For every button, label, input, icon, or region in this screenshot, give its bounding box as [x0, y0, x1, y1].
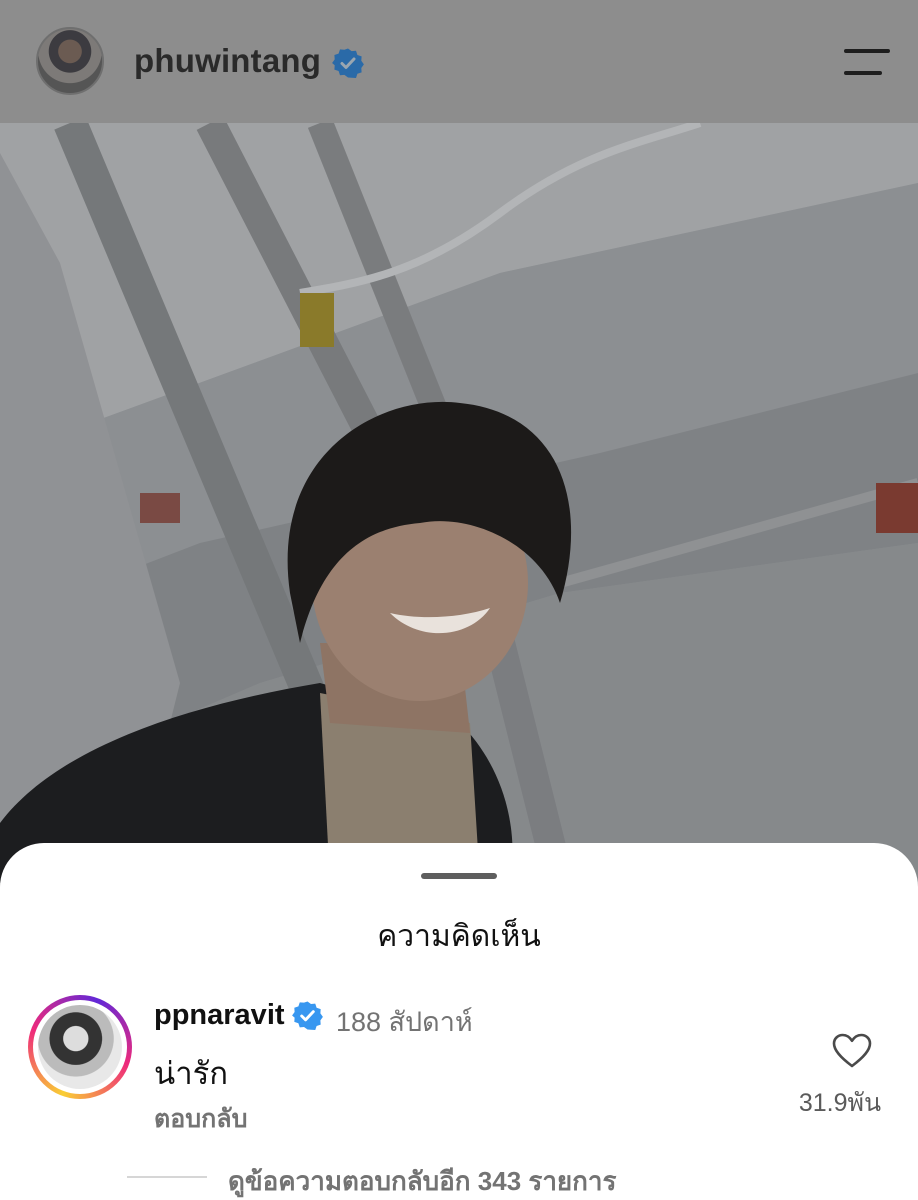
- sheet-drag-handle[interactable]: [421, 873, 497, 879]
- post-username[interactable]: phuwintang: [134, 42, 321, 80]
- hamburger-menu-icon[interactable]: [840, 46, 892, 78]
- sheet-title: ความคิดเห็น: [377, 920, 541, 953]
- comment-avatar[interactable]: [38, 1005, 122, 1089]
- view-replies-button[interactable]: ดูข้อความตอบกลับอีก 343 รายการ: [228, 1161, 616, 1200]
- divider-line: [127, 1176, 207, 1178]
- like-count: 31.9พัน: [798, 1089, 882, 1117]
- photo-image: [0, 123, 918, 883]
- comment-timestamp: 188 สัปดาห์: [336, 1007, 473, 1037]
- post-photo[interactable]: [0, 123, 918, 883]
- post-header: phuwintang: [0, 0, 918, 123]
- verified-badge-icon: [292, 1001, 323, 1031]
- heart-icon[interactable]: [832, 1033, 872, 1069]
- comment-username[interactable]: ppnaravit: [154, 999, 285, 1032]
- comment-text: น่ารัก: [154, 1056, 229, 1091]
- comments-sheet: ความคิดเห็น ppnaravit 188 สัปดาห์ น่ารัก…: [0, 843, 918, 1200]
- profile-avatar[interactable]: [36, 27, 104, 95]
- comment-avatar-story-ring[interactable]: [28, 995, 132, 1099]
- reply-button[interactable]: ตอบกลับ: [154, 1099, 247, 1139]
- verified-badge-icon: [332, 48, 364, 78]
